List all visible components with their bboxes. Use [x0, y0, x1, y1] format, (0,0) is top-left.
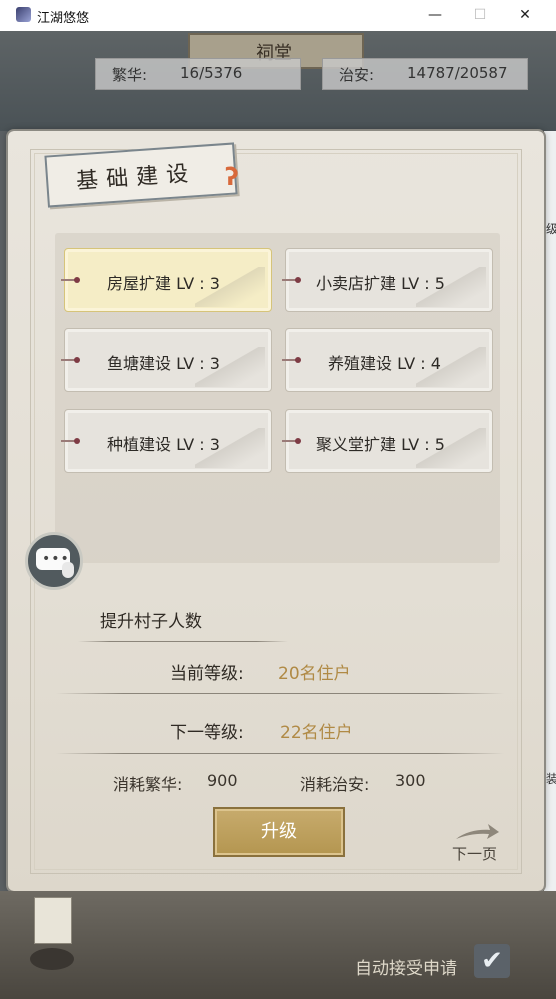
minimize-button[interactable]: — [412, 0, 458, 31]
window-titlebar: 江湖悠悠 — ☐ ✕ [0, 0, 556, 32]
security-stat: 治安: 14787/20587 [322, 58, 528, 90]
building-card-fishpond[interactable]: 鱼塘建设 LV : 3 [61, 328, 272, 392]
divider [56, 693, 504, 694]
chat-button[interactable]: ••• [25, 532, 83, 590]
right-edge-text-bottom: 装 [546, 772, 556, 786]
auto-accept-checkbox[interactable]: ✔ [474, 944, 510, 978]
lantern-base [30, 948, 74, 970]
ribbon-icon: ʔ [225, 163, 239, 191]
pin-icon [282, 357, 304, 363]
window-title: 江湖悠悠 [37, 11, 90, 26]
building-label: 房屋扩建 LV : 3 [107, 274, 220, 293]
building-label: 聚义堂扩建 LV : 5 [316, 435, 445, 454]
cost-security-label: 消耗治安: [300, 775, 370, 794]
divider [78, 641, 288, 642]
panel-title: 基础建设 [75, 161, 197, 195]
security-label: 治安: [339, 66, 375, 84]
prosperity-stat: 繁华: 16/5376 [95, 58, 301, 90]
lantern-post [34, 897, 72, 944]
app-icon [16, 7, 31, 22]
next-page-button[interactable]: 下一页 [452, 843, 497, 864]
security-value: 14787/20587 [407, 64, 508, 82]
pin-icon [61, 438, 83, 444]
building-grid: 房屋扩建 LV : 3 小卖店扩建 LV : 5 鱼塘建设 LV : 3 养殖建… [55, 233, 500, 563]
prosperity-value: 16/5376 [180, 64, 243, 82]
gourd-icon [62, 562, 74, 578]
right-edge-text-top: 级 [546, 222, 556, 236]
pin-icon [61, 357, 83, 363]
next-page-arrow-icon[interactable] [454, 821, 500, 843]
prosperity-label: 繁华: [112, 66, 148, 84]
pin-icon [282, 277, 304, 283]
pin-icon [61, 277, 83, 283]
next-level-label: 下一等级: [170, 723, 244, 743]
building-label: 鱼塘建设 LV : 3 [107, 354, 220, 373]
upgrade-button[interactable]: 升级 [213, 807, 345, 857]
building-description: 提升村子人数 [100, 612, 202, 632]
building-label: 种植建设 LV : 3 [107, 435, 220, 454]
cost-prosperity-label: 消耗繁华: [113, 775, 183, 794]
building-card-juyitang[interactable]: 聚义堂扩建 LV : 5 [282, 409, 493, 473]
pin-icon [282, 438, 304, 444]
current-level-label: 当前等级: [170, 664, 244, 684]
next-level-value: 22名住户 [280, 723, 353, 743]
maximize-button[interactable]: ☐ [457, 0, 503, 31]
bottom-scene [0, 891, 556, 999]
current-level-value: 20名住户 [278, 664, 351, 684]
building-card-livestock[interactable]: 养殖建设 LV : 4 [282, 328, 493, 392]
divider [56, 753, 504, 754]
building-label: 养殖建设 LV : 4 [328, 354, 441, 373]
close-button[interactable]: ✕ [502, 0, 548, 31]
building-label: 小卖店扩建 LV : 5 [316, 274, 445, 293]
building-card-shop[interactable]: 小卖店扩建 LV : 5 [282, 248, 493, 312]
auto-accept-label: 自动接受申请 [355, 959, 457, 979]
building-card-farming[interactable]: 种植建设 LV : 3 [61, 409, 272, 473]
basic-construction-panel: 基础建设 ʔ 房屋扩建 LV : 3 小卖店扩建 LV : 5 鱼塘建设 LV … [8, 131, 544, 891]
cost-prosperity-value: 900 [207, 771, 238, 790]
cost-security-value: 300 [395, 771, 426, 790]
building-card-house[interactable]: 房屋扩建 LV : 3 [61, 248, 272, 312]
